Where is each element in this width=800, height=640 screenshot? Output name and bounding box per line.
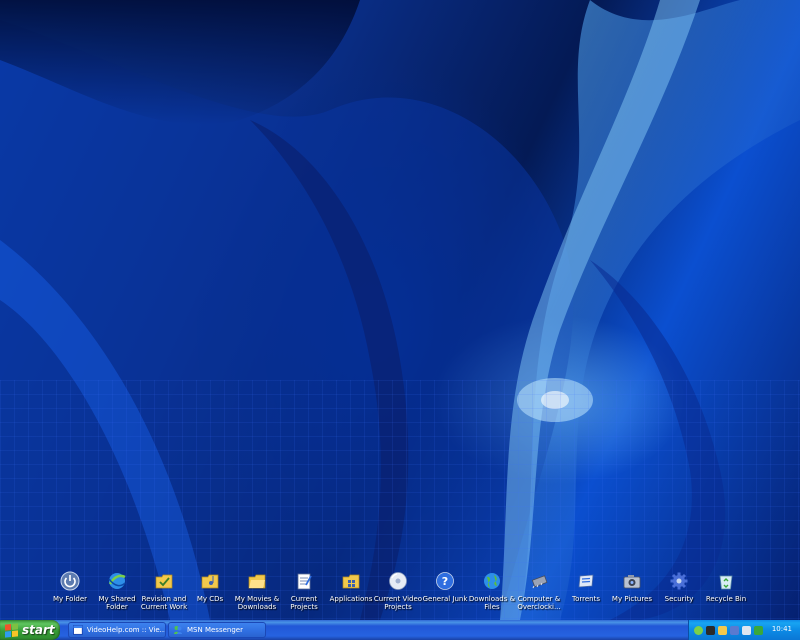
gear-icon [668, 570, 690, 592]
globe-icon [481, 570, 503, 592]
taskbar-button-videohelp[interactable]: VideoHelp.com :: Vie... [68, 622, 166, 638]
globe-folder-icon [106, 570, 128, 592]
monitor-icon[interactable] [706, 625, 715, 635]
system-tray: 10:41 [688, 620, 800, 640]
taskbar-button-label: VideoHelp.com :: Vie... [86, 626, 165, 634]
camera-icon [621, 570, 643, 592]
torrent-icon [575, 570, 597, 592]
folder-icon [246, 570, 268, 592]
recycle-bin-icon [715, 570, 737, 592]
clock[interactable]: 10:41 [772, 625, 792, 633]
tray-app-icon[interactable] [718, 625, 727, 635]
chip-icon [528, 570, 550, 592]
msn-icon [174, 626, 182, 634]
svg-text:?: ? [442, 575, 448, 588]
folder-check-icon [153, 570, 175, 592]
tray-messenger-icon[interactable] [730, 625, 739, 635]
security-tray-icon[interactable] [754, 625, 763, 635]
network-icon[interactable] [694, 625, 703, 635]
desktop-icon-recycle-bin[interactable]: Recycle Bin [698, 570, 754, 603]
volume-icon[interactable] [742, 625, 751, 635]
desktop-wallpaper [0, 0, 800, 620]
disc-icon [387, 570, 409, 592]
taskbar: start VideoHelp.com :: Vie... MSN Messen… [0, 620, 800, 640]
windows-logo-icon [5, 622, 18, 638]
start-button[interactable]: start [0, 620, 60, 640]
folder-music-icon [199, 570, 221, 592]
taskbar-button-msn-messenger[interactable]: MSN Messenger [168, 622, 266, 638]
ie-window-icon [73, 625, 83, 635]
start-label: start [22, 623, 55, 637]
power-icon [59, 570, 81, 592]
help-icon: ? [434, 570, 456, 592]
notepad-icon [293, 570, 315, 592]
taskbar-button-label: MSN Messenger [187, 626, 243, 634]
desktop-icon-row: My Folder My Shared Folder Revision and … [46, 570, 766, 616]
folder-apps-icon [340, 570, 362, 592]
